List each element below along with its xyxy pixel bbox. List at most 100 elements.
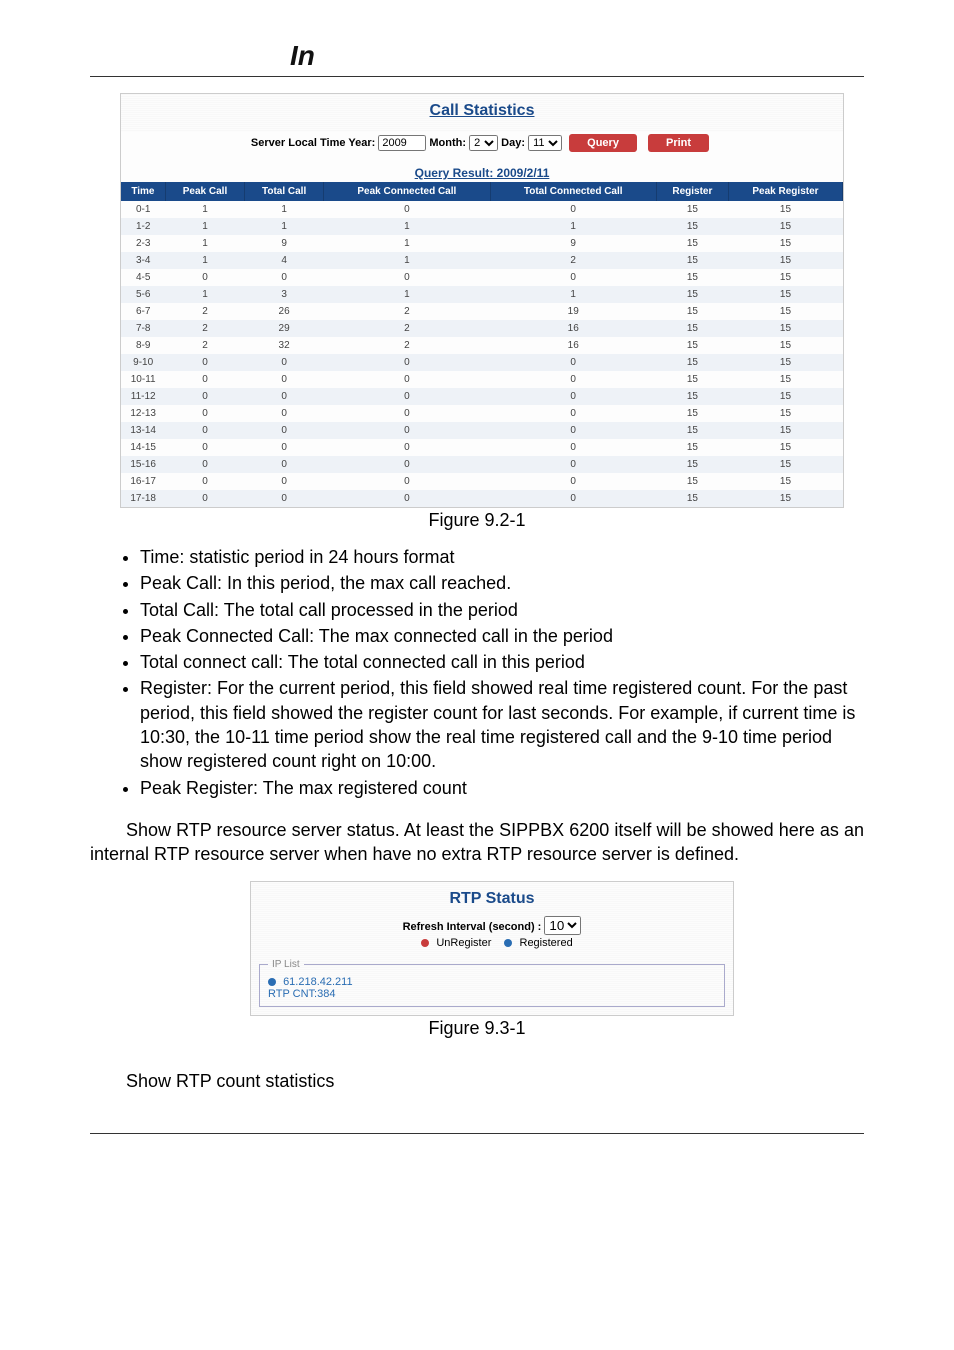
table-cell: 9	[490, 235, 656, 252]
table-header: Time	[121, 182, 165, 201]
brand-logo: In	[290, 40, 315, 71]
table-cell: 15	[728, 320, 842, 337]
day-select[interactable]: 11	[528, 135, 562, 151]
table-cell: 0	[324, 473, 491, 490]
table-cell: 2	[324, 337, 491, 354]
table-header: Peak Register	[728, 182, 842, 201]
table-cell: 15	[728, 439, 842, 456]
table-cell: 15	[656, 235, 728, 252]
table-cell: 0	[490, 405, 656, 422]
table-cell: 1	[165, 218, 244, 235]
list-item: Time: statistic period in 24 hours forma…	[140, 545, 864, 569]
list-item: Register: For the current period, this f…	[140, 676, 864, 773]
table-cell: 14-15	[121, 439, 165, 456]
table-cell: 15	[656, 422, 728, 439]
table-cell: 19	[490, 303, 656, 320]
table-cell: 12-13	[121, 405, 165, 422]
footer-rule	[90, 1133, 864, 1135]
table-row: 9-1000001515	[121, 354, 843, 371]
year-input[interactable]	[378, 135, 426, 151]
rtp-status-panel: RTP Status Refresh Interval (second) : 1…	[250, 881, 734, 1016]
table-cell: 0	[490, 439, 656, 456]
table-cell: 16	[490, 320, 656, 337]
list-item: Peak Connected Call: The max connected c…	[140, 624, 864, 648]
list-item: Total connect call: The total connected …	[140, 650, 864, 674]
table-cell: 1	[165, 235, 244, 252]
table-cell: 15	[728, 269, 842, 286]
table-cell: 9	[245, 235, 324, 252]
table-cell: 15	[656, 456, 728, 473]
label-day: Day:	[501, 137, 525, 149]
table-cell: 15	[656, 201, 728, 218]
table-cell: 15	[728, 371, 842, 388]
ip-address: 61.218.42.211	[283, 976, 353, 988]
table-cell: 0	[324, 422, 491, 439]
table-cell: 15	[728, 456, 842, 473]
query-result-title: Query Result: 2009/2/11	[121, 162, 843, 182]
table-row: 8-92322161515	[121, 337, 843, 354]
registered-dot-icon	[504, 939, 512, 947]
table-cell: 15	[728, 388, 842, 405]
query-button[interactable]: Query	[569, 134, 637, 152]
table-cell: 0	[324, 371, 491, 388]
table-cell: 0	[324, 201, 491, 218]
table-cell: 1	[490, 218, 656, 235]
table-row: 5-613111515	[121, 286, 843, 303]
unregister-dot-icon	[421, 939, 429, 947]
table-cell: 17-18	[121, 490, 165, 507]
table-row: 11-1200001515	[121, 388, 843, 405]
table-cell: 1	[165, 201, 244, 218]
table-row: 0-111001515	[121, 201, 843, 218]
table-cell: 0	[165, 490, 244, 507]
table-cell: 1	[324, 286, 491, 303]
table-cell: 0	[490, 490, 656, 507]
table-row: 17-1800001515	[121, 490, 843, 507]
table-cell: 2	[165, 337, 244, 354]
table-cell: 1	[490, 286, 656, 303]
table-cell: 0	[490, 354, 656, 371]
table-row: 7-82292161515	[121, 320, 843, 337]
table-cell: 15	[656, 269, 728, 286]
table-cell: 0	[324, 354, 491, 371]
table-cell: 15	[728, 286, 842, 303]
table-cell: 0	[245, 269, 324, 286]
legend-unregister: UnRegister	[436, 937, 491, 949]
call-statistics-title: Call Statistics	[121, 94, 843, 132]
label-month: Month:	[429, 137, 466, 149]
table-cell: 0	[245, 405, 324, 422]
table-cell: 0	[245, 473, 324, 490]
table-cell: 2	[490, 252, 656, 269]
table-cell: 0	[245, 388, 324, 405]
print-button[interactable]: Print	[648, 134, 709, 152]
call-statistics-panel: Call Statistics Server Local Time Year: …	[120, 93, 844, 508]
rtp-status-title: RTP Status	[259, 886, 725, 916]
table-cell: 15	[728, 252, 842, 269]
table-cell: 9-10	[121, 354, 165, 371]
table-row: 12-1300001515	[121, 405, 843, 422]
table-cell: 15	[656, 303, 728, 320]
table-cell: 0	[324, 388, 491, 405]
table-cell: 6-7	[121, 303, 165, 320]
table-cell: 0	[324, 490, 491, 507]
table-header: Peak Connected Call	[324, 182, 491, 201]
table-cell: 3	[245, 286, 324, 303]
table-cell: 0	[165, 473, 244, 490]
refresh-interval-select[interactable]: 10	[544, 916, 581, 935]
table-cell: 15	[656, 218, 728, 235]
table-cell: 15	[656, 388, 728, 405]
rtp-cnt: RTP CNT:384	[268, 988, 335, 1000]
table-header: Total Connected Call	[490, 182, 656, 201]
table-cell: 2	[165, 320, 244, 337]
table-row: 3-414121515	[121, 252, 843, 269]
table-cell: 0	[245, 422, 324, 439]
table-cell: 0	[324, 405, 491, 422]
table-cell: 15-16	[121, 456, 165, 473]
table-cell: 0	[324, 439, 491, 456]
table-cell: 0	[245, 354, 324, 371]
rtp-intro-paragraph: Show RTP resource server status. At leas…	[90, 818, 864, 867]
table-cell: 1	[165, 252, 244, 269]
list-item: Peak Call: In this period, the max call …	[140, 571, 864, 595]
month-select[interactable]: 2	[469, 135, 498, 151]
table-cell: 0	[165, 269, 244, 286]
table-row: 2-319191515	[121, 235, 843, 252]
